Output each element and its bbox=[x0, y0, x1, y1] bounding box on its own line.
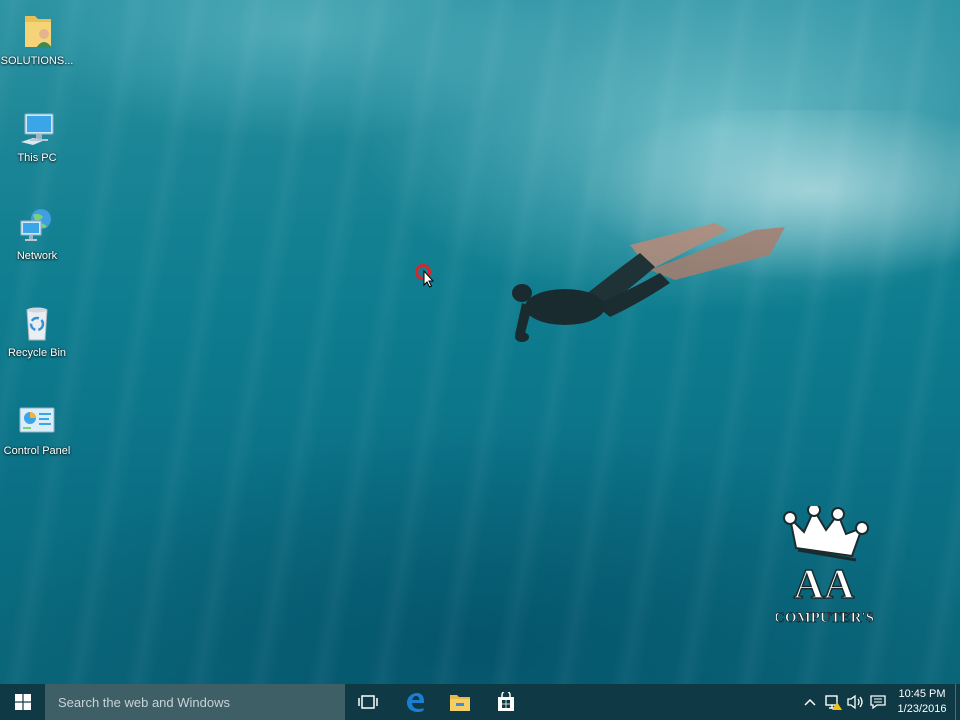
recycle-bin-icon bbox=[26, 307, 48, 341]
edge-icon bbox=[406, 693, 424, 712]
task-view-button[interactable] bbox=[345, 684, 390, 720]
desktop-icon-label: Network bbox=[16, 250, 58, 262]
task-view-icon bbox=[357, 695, 378, 709]
edge-button[interactable] bbox=[392, 684, 437, 720]
watermark-line1: AA bbox=[794, 562, 855, 608]
desktop-icon-control-panel[interactable]: Control Panel bbox=[0, 402, 74, 458]
network-tray-icon bbox=[825, 695, 842, 710]
desktop-icon-label: Control Panel bbox=[3, 445, 71, 457]
volume-tray-button[interactable] bbox=[846, 693, 866, 711]
computer-icon bbox=[21, 113, 54, 145]
store-button[interactable] bbox=[483, 684, 528, 720]
start-button[interactable] bbox=[0, 684, 45, 720]
taskbar-clock[interactable]: 10:45 PM 1/23/2016 bbox=[892, 687, 952, 717]
search-input[interactable] bbox=[56, 693, 330, 711]
aa-computers-watermark: AA COMPUTER'S bbox=[776, 506, 874, 626]
user-folder-icon bbox=[25, 16, 52, 48]
file-explorer-button[interactable] bbox=[437, 684, 482, 720]
network-icon bbox=[20, 209, 51, 241]
notification-icon bbox=[870, 695, 886, 710]
search-box[interactable] bbox=[45, 684, 345, 720]
desktop-icon-this-pc[interactable]: This PC bbox=[0, 109, 74, 165]
crown-icon bbox=[783, 506, 869, 562]
action-center-button[interactable] bbox=[868, 693, 888, 711]
desktop-icon-label: SOLUTIONS... bbox=[0, 55, 74, 67]
clock-time: 10:45 PM bbox=[898, 688, 946, 700]
file-explorer-icon bbox=[449, 695, 470, 711]
network-tray-button[interactable] bbox=[824, 693, 844, 711]
show-hidden-icons-button[interactable] bbox=[802, 693, 818, 711]
volume-icon bbox=[847, 694, 863, 710]
diver-image bbox=[512, 223, 785, 342]
desktop-icon-recycle-bin[interactable]: Recycle Bin bbox=[0, 304, 74, 360]
chevron-up-icon bbox=[804, 698, 816, 706]
watermark-line2: COMPUTER'S bbox=[776, 610, 874, 626]
desktop-icon-network[interactable]: Network bbox=[0, 207, 74, 263]
desktop-icon-label: Recycle Bin bbox=[7, 347, 67, 359]
mouse-cursor bbox=[415, 264, 435, 288]
windows-logo-icon bbox=[14, 694, 31, 710]
show-desktop-button[interactable] bbox=[955, 684, 960, 720]
clock-date: 1/23/2016 bbox=[897, 703, 947, 715]
taskbar: 10:45 PM 1/23/2016 bbox=[0, 684, 960, 720]
desktop-icon-solutions[interactable]: SOLUTIONS... bbox=[0, 12, 74, 68]
control-panel-icon bbox=[19, 407, 55, 433]
store-icon bbox=[497, 692, 514, 711]
desktop-icon-label: This PC bbox=[17, 152, 57, 164]
